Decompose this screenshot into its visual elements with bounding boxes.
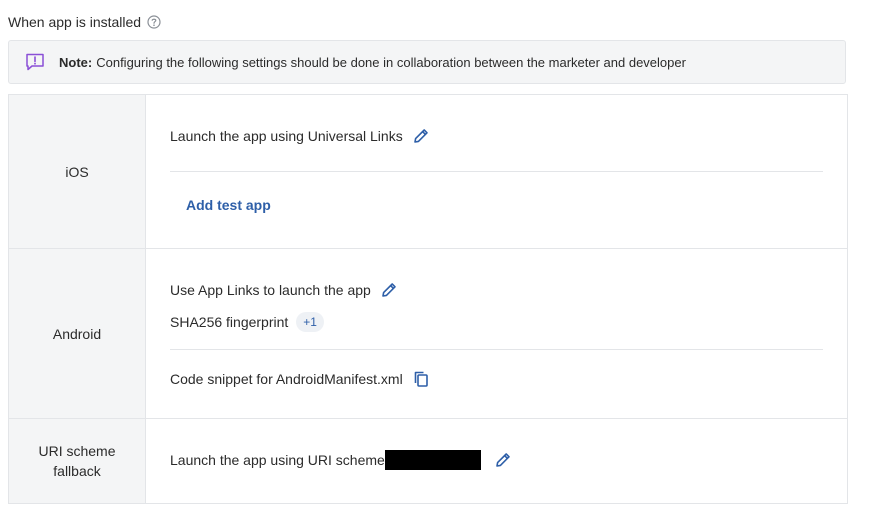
uri-launch-setting: Launch the app using URI scheme: [170, 449, 513, 471]
fingerprint-count-badge[interactable]: +1: [296, 312, 324, 332]
code-snippet-text: Code snippet for AndroidManifest.xml: [170, 371, 403, 387]
ios-divider: [170, 171, 823, 172]
android-row: Android Use App Links to launch the app …: [9, 249, 847, 419]
ios-settings: Launch the app using Universal Links Add…: [146, 95, 847, 248]
settings-table: iOS Launch the app using Universal Links…: [8, 94, 848, 504]
android-label: Android: [9, 249, 146, 418]
pencil-icon[interactable]: [379, 280, 399, 300]
note-text: Configuring the following settings shoul…: [96, 54, 686, 70]
fingerprint-label: SHA256 fingerprint: [170, 314, 289, 330]
note-banner: Note: Configuring the following settings…: [8, 40, 846, 84]
note-label: Note:: [59, 54, 93, 70]
pencil-icon[interactable]: [411, 126, 431, 146]
uri-scheme-label: URI scheme fallback: [9, 419, 146, 503]
ios-launch-setting: Launch the app using Universal Links: [170, 125, 431, 147]
uri-scheme-row: URI scheme fallback Launch the app using…: [9, 419, 847, 503]
pencil-icon[interactable]: [493, 450, 513, 470]
android-code-snippet: Code snippet for AndroidManifest.xml: [170, 368, 431, 390]
copy-icon[interactable]: [411, 369, 431, 389]
uri-scheme-settings: Launch the app using URI scheme: [146, 419, 847, 503]
android-settings: Use App Links to launch the app SHA256 f…: [146, 249, 847, 418]
android-launch-setting: Use App Links to launch the app: [170, 279, 399, 301]
ios-label: iOS: [9, 95, 146, 248]
section-header: When app is installed: [8, 12, 161, 32]
message-exclamation-icon: [25, 53, 45, 71]
redacted-scheme: [384, 450, 481, 470]
uri-label-line1: URI scheme: [38, 443, 116, 459]
ios-launch-text: Launch the app using Universal Links: [170, 128, 403, 144]
uri-launch-text: Launch the app using URI scheme: [170, 452, 385, 468]
question-circle-icon[interactable]: [147, 15, 161, 29]
ios-row: iOS Launch the app using Universal Links…: [9, 95, 847, 249]
add-test-app-link[interactable]: Add test app: [186, 194, 271, 216]
section-title: When app is installed: [8, 14, 142, 30]
android-fingerprint: SHA256 fingerprint +1: [170, 311, 324, 333]
uri-label-line2: fallback: [53, 463, 101, 479]
android-launch-text: Use App Links to launch the app: [170, 282, 371, 298]
android-divider: [170, 349, 823, 350]
add-test-app-text[interactable]: Add test app: [186, 197, 271, 213]
